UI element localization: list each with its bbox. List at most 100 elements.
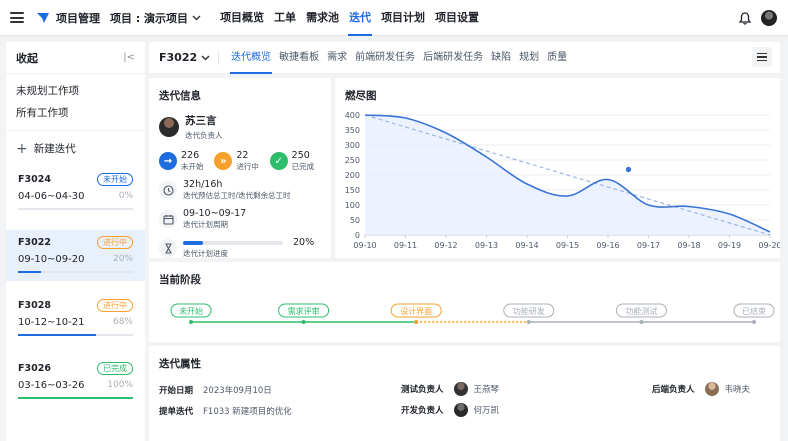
stage-label[interactable]: 功能研发 [513, 306, 545, 316]
new-iteration-label: 新建迭代 [33, 143, 76, 155]
iteration-item-name: F3026 [18, 363, 51, 374]
iteration-item-progress [18, 271, 133, 273]
sidebar-link-all[interactable]: 所有工作项 [6, 102, 145, 124]
tab-planning[interactable]: 规划 [515, 42, 543, 74]
project-label: 项目 : 演示项目 [110, 11, 189, 25]
nav-tickets[interactable]: 工单 [269, 0, 301, 36]
nav-requirements[interactable]: 需求池 [301, 0, 344, 36]
stage-label[interactable]: 功能测试 [625, 306, 657, 316]
dev-owner-row: 开发负责人 何万凯 [401, 403, 499, 417]
dev-owner-value[interactable]: 何万凯 [474, 404, 500, 416]
hours-row: 32h/16h 迭代预估总工时/迭代剩余总工时 [159, 179, 321, 201]
stage-dot [526, 320, 531, 324]
attributes-card: 迭代属性 开始日期 2023年09月10日 提单迭代 F1033 新建项目的优化… [149, 346, 780, 441]
iteration-item-name: F3024 [18, 174, 51, 185]
highlight-point [624, 165, 633, 174]
test-owner-value[interactable]: 王燕琴 [474, 383, 500, 395]
status-badge: 进行中 [97, 299, 133, 312]
stage-label[interactable]: 未开始 [179, 306, 203, 316]
app-logo-icon [37, 12, 49, 23]
user-avatar[interactable] [761, 10, 777, 26]
bell-icon[interactable] [739, 12, 751, 25]
check-icon: ✓ [269, 152, 288, 170]
calendar-icon [159, 210, 177, 228]
y-tick-label: 100 [345, 201, 360, 210]
owner-avatar [159, 117, 179, 137]
nav-plan[interactable]: 项目计划 [376, 0, 430, 36]
tab-requirements[interactable]: 需求 [323, 42, 351, 74]
stage-title: 当前阶段 [159, 274, 201, 286]
nav-settings[interactable]: 项目设置 [430, 0, 484, 36]
y-tick-label: 350 [345, 126, 360, 135]
iteration-item[interactable]: F3028 进行中 10-12~10-21 68% [6, 293, 145, 344]
stat-value: 226 [181, 150, 200, 161]
sidebar-link-unplanned[interactable]: 未规划工作项 [6, 80, 145, 102]
iteration-item-pct: 100% [107, 380, 133, 390]
start-date-value: 2023年09月10日 [203, 386, 272, 396]
y-tick-label: 200 [345, 171, 360, 180]
sidebar-header: 收起 |< [6, 42, 145, 74]
status-stats: → 226 未开始 » 22 进行中 ✓ 250 已完成 [159, 150, 321, 172]
iteration-item[interactable]: F3022 进行中 09-10~09-20 20% [6, 230, 145, 281]
nav-iterations[interactable]: 迭代 [344, 0, 376, 36]
iteration-item-progress [18, 397, 133, 399]
tab-kanban[interactable]: 敏捷看板 [275, 42, 323, 74]
iteration-item-dates: 03-16~03-26 [18, 380, 85, 391]
tab-frontend-tasks[interactable]: 前端研发任务 [351, 42, 419, 74]
menu-icon[interactable] [10, 12, 24, 23]
main-nav: 项目概览 工单 需求池 迭代 项目计划 项目设置 [215, 0, 484, 36]
iteration-item[interactable]: F3024 未开始 04-06~04-30 0% [6, 167, 145, 218]
period-value: 09-10~09-17 [183, 208, 247, 219]
x-tick-label: 09-16 [596, 241, 619, 250]
chevron-down-icon [192, 15, 201, 20]
backend-owner-key: 后端负责人 [652, 385, 695, 395]
stage-dot [189, 320, 193, 324]
new-iteration-button[interactable]: + 新建迭代 [6, 131, 145, 167]
collapse-icon[interactable]: |< [123, 52, 135, 63]
stage-label[interactable]: 设计界面 [400, 306, 432, 316]
parent-iteration-row: 提单迭代 F1033 新建项目的优化 [159, 405, 292, 417]
stat-done: ✓ 250 已完成 [269, 150, 321, 172]
iteration-item-pct: 0% [118, 191, 133, 201]
project-selector[interactable]: 项目 : 演示项目 [110, 10, 201, 26]
nav-overview[interactable]: 项目概览 [215, 0, 269, 36]
double-chevron-icon: » [214, 152, 233, 170]
hourglass-icon [159, 239, 177, 257]
tab-overview[interactable]: 迭代概览 [227, 42, 275, 74]
iteration-item[interactable]: F3026 已完成 03-16~03-26 100% [6, 356, 145, 407]
owner-name: 苏三言 [185, 115, 217, 127]
period-row: 09-10~09-17 迭代计划周期 [159, 208, 321, 230]
backend-owner-value[interactable]: 韦晓夫 [725, 383, 751, 395]
progress-pct: 20% [293, 237, 315, 248]
avatar [453, 403, 468, 417]
stage-card: 当前阶段 未开始 需求评审 设计界面 功能研发 功能测试 已结束 [149, 262, 780, 342]
clock-icon [159, 181, 177, 199]
list-view-button[interactable] [752, 47, 772, 67]
stat-in-progress: » 22 进行中 [214, 150, 265, 172]
tab-bugs[interactable]: 缺陷 [487, 42, 515, 74]
plus-icon: + [16, 141, 28, 157]
hours-value: 32h/16h [183, 179, 223, 190]
sidebar: 收起 |< 未规划工作项 所有工作项 + 新建迭代 F3024 未开始 04-06~… [6, 42, 145, 441]
status-badge: 进行中 [97, 236, 133, 249]
y-tick-label: 150 [345, 186, 360, 195]
iteration-selector[interactable]: F3022 [159, 51, 210, 64]
status-badge: 已完成 [97, 362, 133, 375]
iteration-progress-bar [183, 240, 283, 245]
chevron-down-icon [201, 55, 210, 60]
test-owner-key: 测试负责人 [401, 385, 444, 395]
tab-backend-tasks[interactable]: 后端研发任务 [419, 42, 487, 74]
backend-owner-row: 后端负责人 韦晓夫 [652, 382, 750, 396]
burndown-card: 燃尽图 0 50 100 150 200 250 300 350 400 09-10 09-11 09… [335, 78, 780, 258]
x-tick-label: 09-17 [637, 241, 660, 250]
iteration-name: F3022 [159, 51, 198, 64]
y-tick-label: 300 [345, 141, 360, 150]
y-tick-label: 0 [355, 231, 360, 240]
tab-quality[interactable]: 质量 [543, 42, 571, 74]
iteration-item-pct: 20% [112, 254, 133, 264]
stage-label[interactable]: 需求评审 [288, 306, 320, 316]
stat-label: 已完成 [291, 162, 315, 171]
stage-label[interactable]: 已结束 [742, 306, 766, 316]
parent-iteration-value[interactable]: F1033 新建项目的优化 [203, 405, 292, 417]
start-date-row: 开始日期 2023年09月10日 [159, 384, 272, 396]
